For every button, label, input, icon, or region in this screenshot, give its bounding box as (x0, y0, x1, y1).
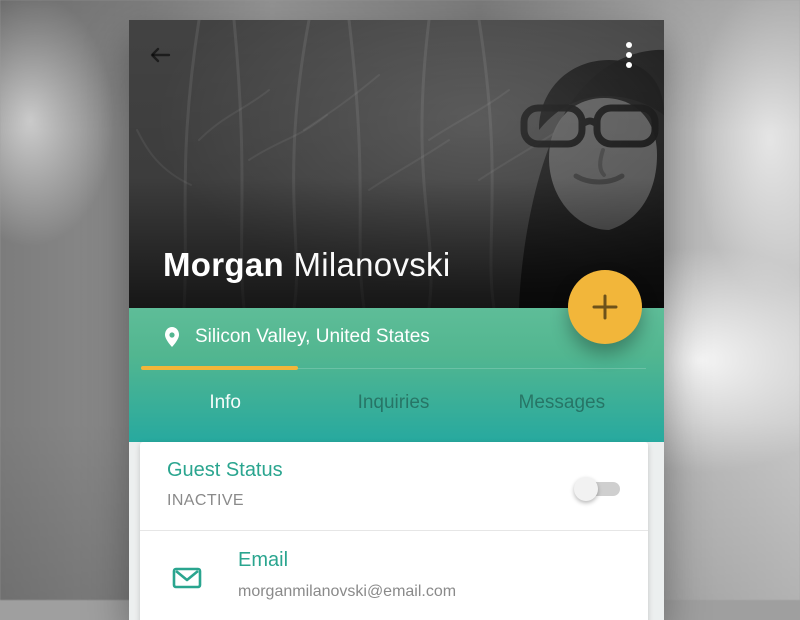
more-vert-icon (626, 42, 632, 68)
last-name: Milanovski (293, 246, 451, 283)
email-value: morganmilanovski@email.com (238, 583, 457, 600)
guest-status-title: Guest Status (167, 459, 283, 481)
tab-messages-label: Messages (518, 392, 606, 413)
mail-icon (172, 567, 202, 589)
profile-name: Morgan Milanovski (163, 246, 450, 284)
back-button[interactable] (143, 38, 177, 72)
email-row[interactable]: Email morganmilanovski@email.com (140, 531, 648, 620)
guest-status-row: Guest Status INACTIVE (140, 442, 648, 531)
email-title: Email (238, 549, 289, 571)
guest-status-toggle[interactable] (574, 477, 622, 501)
profile-header: Morgan Milanovski (129, 20, 664, 308)
plus-icon (592, 294, 618, 320)
tab-inquiries[interactable]: Inquiries (350, 382, 438, 424)
tab-info-label: Info (209, 392, 242, 413)
location-row: Silicon Valley, United States (163, 326, 430, 348)
profile-screen: Morgan Milanovski Silicon Valley, United… (129, 20, 664, 620)
info-card: Guest Status INACTIVE Email morganmilano… (140, 442, 648, 620)
location-pin-icon (165, 327, 179, 347)
tab-messages[interactable]: Messages (511, 382, 614, 424)
add-button[interactable] (568, 270, 642, 344)
tab-info[interactable]: Info (201, 382, 249, 424)
more-options-button[interactable] (612, 38, 646, 72)
arrow-left-icon (150, 47, 171, 63)
guest-status-value: INACTIVE (167, 492, 244, 509)
location-text: Silicon Valley, United States (195, 326, 430, 347)
profile-tabs: Info Inquiries Messages (141, 370, 646, 436)
first-name: Morgan (163, 246, 284, 283)
toggle-thumb (574, 477, 598, 501)
tab-inquiries-label: Inquiries (357, 392, 430, 413)
